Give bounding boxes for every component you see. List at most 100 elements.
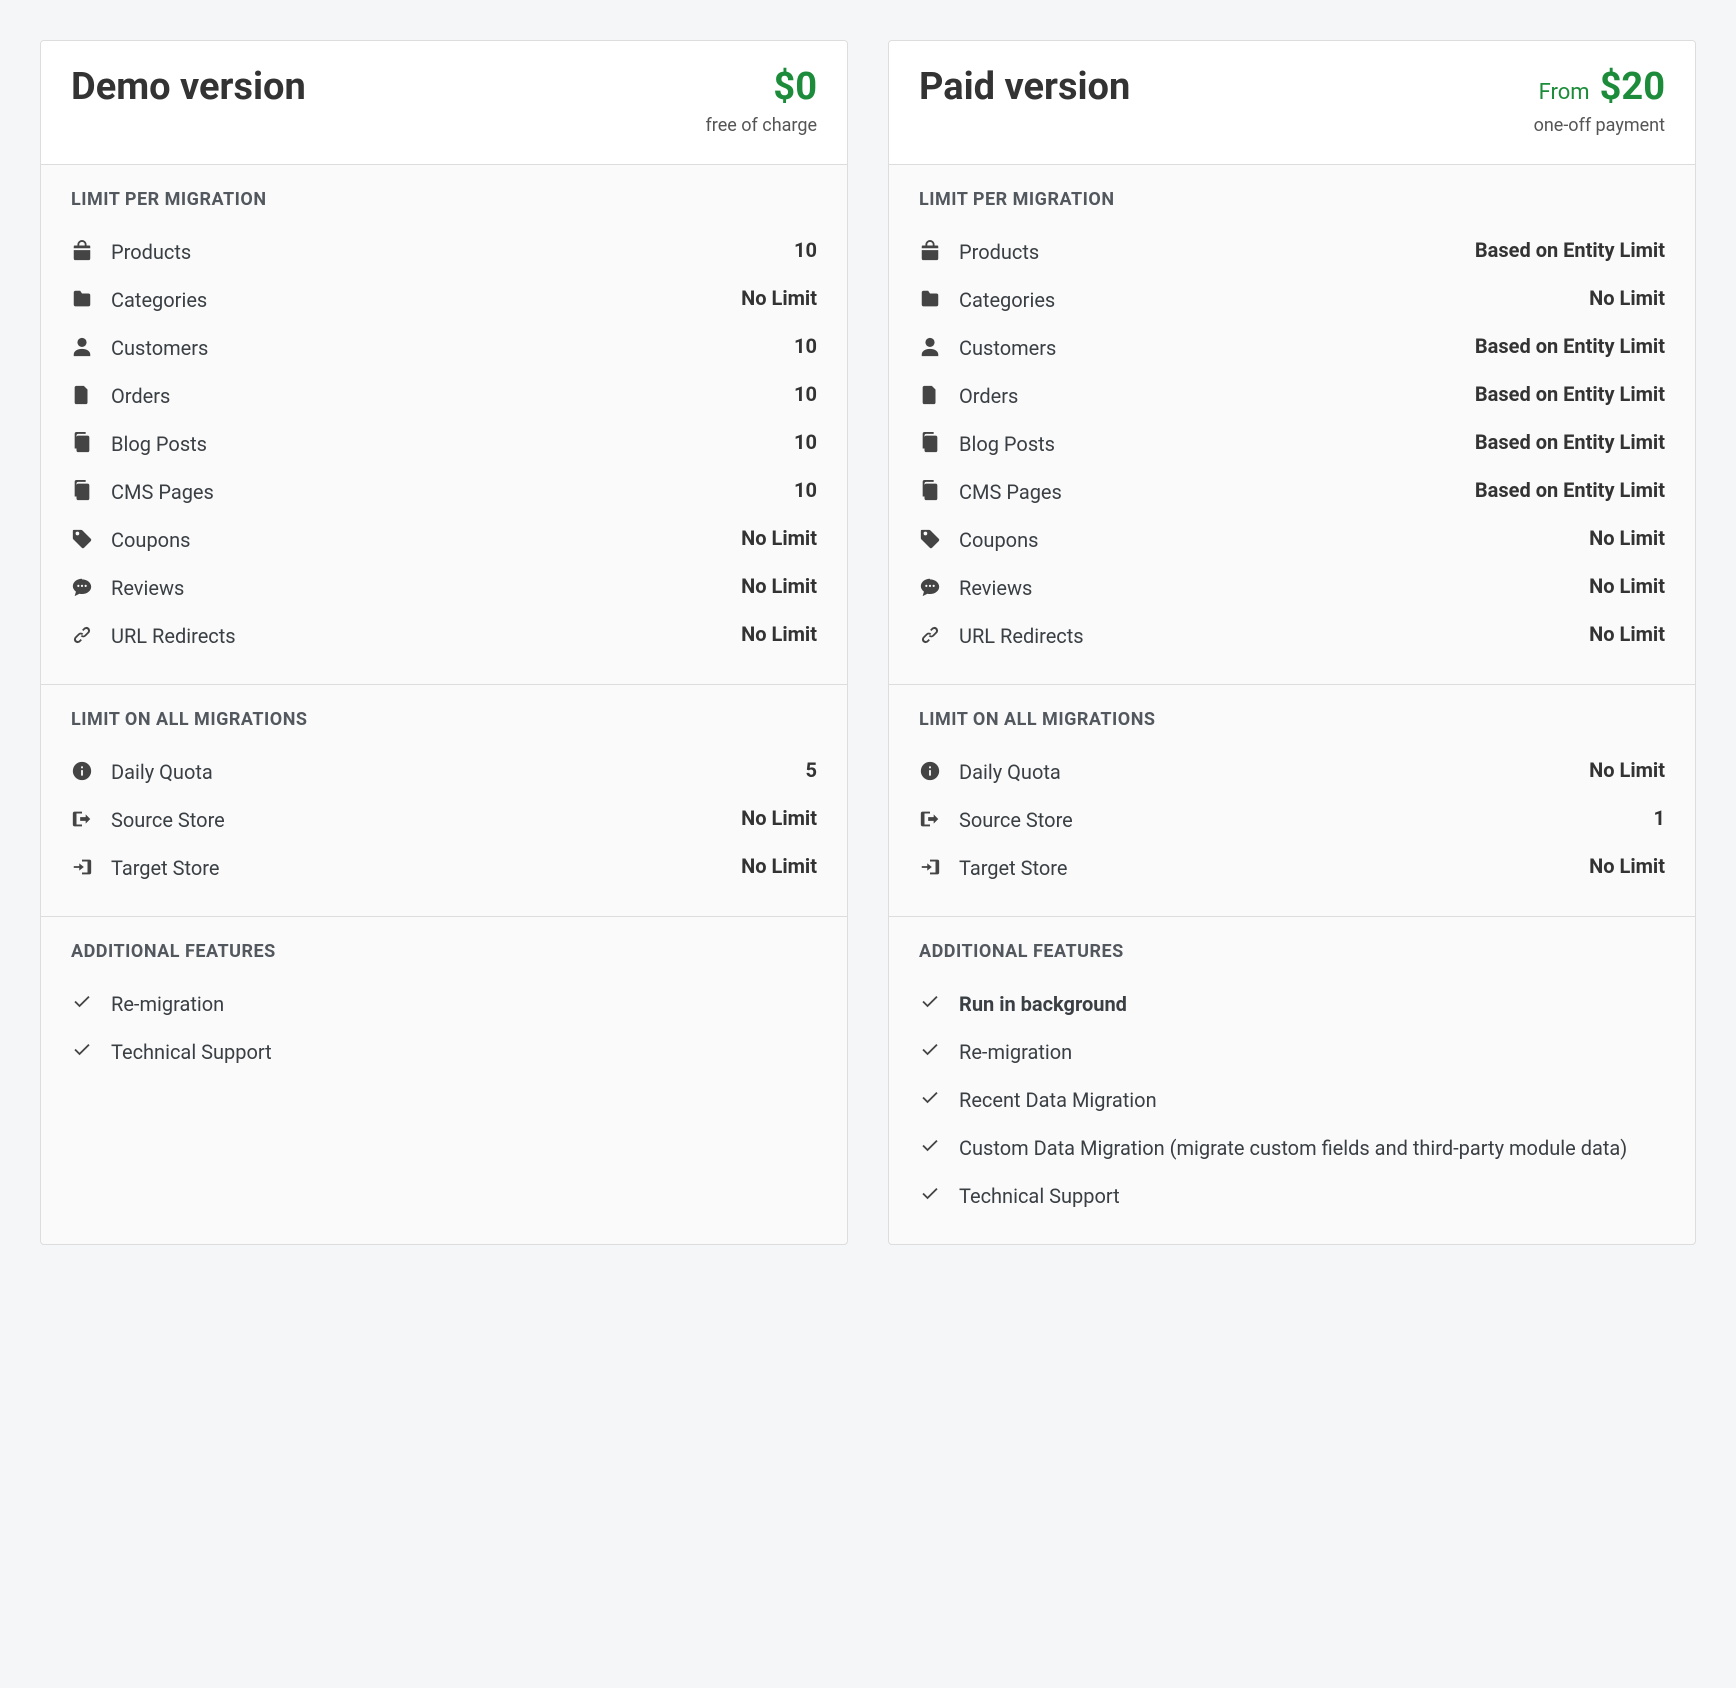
row-value: Based on Entity Limit [1475,430,1665,454]
list-item: Source StoreNo Limit [71,796,817,844]
row-value: No Limit [741,806,817,830]
price-block: From$20one-off payment [1534,67,1665,136]
price-prefix: From [1539,80,1590,105]
comment-icon [919,576,941,598]
list-item: URL Redirects No Limit [919,612,1665,660]
row-label: Technical Support [959,1182,1120,1210]
list-item: CategoriesNo Limit [919,276,1665,324]
tag-icon [919,528,941,550]
check-icon [919,992,941,1014]
row-label: Re-migration [111,990,224,1018]
row-label: Coupons [111,526,190,554]
list-item: Re-migration [919,1028,1665,1076]
list-item: Reviews No Limit [71,564,817,612]
price-sub: free of charge [706,115,817,136]
info-icon [919,760,941,782]
copy-icon [71,480,93,502]
copy-icon [71,432,93,454]
row-value: No Limit [741,286,817,310]
row-label: Technical Support [111,1038,272,1066]
price-block: $0 free of charge [706,67,817,136]
tag-icon [71,528,93,550]
row-label: Coupons [959,526,1038,554]
list-item: Target StoreNo Limit [919,844,1665,892]
list-item: Daily QuotaNo Limit [919,748,1665,796]
row-label: Daily Quota [111,758,213,786]
signout-icon [919,808,941,830]
check-icon [919,1184,941,1206]
file-icon [919,384,941,406]
section: ADDITIONAL FEATURES Run in backgroundRe-m… [889,917,1695,1244]
row-value: No Limit [1589,758,1665,782]
row-label: CMS Pages [111,478,214,506]
row-value: No Limit [1589,854,1665,878]
list-item: Orders10 [71,372,817,420]
section: LIMIT ON ALL MIGRATIONS Daily QuotaNo Lim… [889,685,1695,917]
section-title: ADDITIONAL FEATURES [71,941,817,962]
row-value: Based on Entity Limit [1475,382,1665,406]
row-value: 10 [794,334,817,358]
row-value: Based on Entity Limit [1475,238,1665,262]
row-label: Reviews [959,574,1032,602]
list-item: Products10 [71,228,817,276]
folder-icon [919,288,941,310]
list-item: Target StoreNo Limit [71,844,817,892]
list-item: Categories No Limit [71,276,817,324]
price: $20 [1600,67,1665,109]
row-label: CMS Pages [959,478,1062,506]
row-value: No Limit [1589,574,1665,598]
list-item: Customers 10 [71,324,817,372]
row-value: No Limit [741,574,817,598]
list-item: URL RedirectsNo Limit [71,612,817,660]
list-item: CouponsNo Limit [919,516,1665,564]
row-label: Reviews [111,574,184,602]
list-item: Technical Support [71,1028,817,1076]
comment-icon [71,576,93,598]
section: LIMIT PER MIGRATIONProducts10CategoriesN… [41,165,847,685]
bag-icon [919,240,941,262]
row-label: Products [111,238,191,266]
list-item: CMS Pages Based on Entity Limit [919,468,1665,516]
row-value: 10 [794,430,817,454]
row-label: Orders [111,382,170,410]
check-icon [71,1040,93,1062]
list-item: Recent Data Migration [919,1076,1665,1124]
row-value: 1 [1654,806,1665,830]
list-item: Products Based on Entity Limit [919,228,1665,276]
row-value: No Limit [1589,622,1665,646]
section-title: LIMIT ON ALL MIGRATIONS [919,709,1665,730]
section: ADDITIONAL FEATURES Re-migration Technical… [41,917,847,1100]
list-item: Run in background [919,980,1665,1028]
row-value: 10 [794,478,817,502]
check-icon [919,1088,941,1110]
row-value: Based on Entity Limit [1475,478,1665,502]
info-icon [71,760,93,782]
pricing-card: Demo version$0free of chargeLIMIT PER MI… [40,40,848,1245]
list-item: Reviews No Limit [919,564,1665,612]
section-title: ADDITIONAL FEATURES [919,941,1665,962]
row-label: Customers [111,334,208,362]
row-label: Orders [959,382,1018,410]
row-label: Categories [111,286,207,314]
card-header: Demo version$0free of charge [41,41,847,165]
row-value: Based on Entity Limit [1475,334,1665,358]
list-item: Blog Posts 10 [71,420,817,468]
list-item: Coupons No Limit [71,516,817,564]
link-icon [919,624,941,646]
copy-icon [919,432,941,454]
list-item: Technical Support [919,1172,1665,1220]
price: $0 [773,67,817,109]
section-title: LIMIT ON ALL MIGRATIONS [71,709,817,730]
row-value: No Limit [741,854,817,878]
row-value: No Limit [741,526,817,550]
section: LIMIT PER MIGRATIONProductsBased on Enti… [889,165,1695,685]
plan-title: Paid version [919,67,1130,109]
row-value: No Limit [1589,286,1665,310]
signin-icon [919,856,941,878]
folder-icon [71,288,93,310]
row-label: Products [959,238,1039,266]
list-item: Orders Based on Entity Limit [919,372,1665,420]
row-label: Blog Posts [111,430,207,458]
row-label: URL Redirects [959,622,1084,650]
row-label: Customers [959,334,1056,362]
